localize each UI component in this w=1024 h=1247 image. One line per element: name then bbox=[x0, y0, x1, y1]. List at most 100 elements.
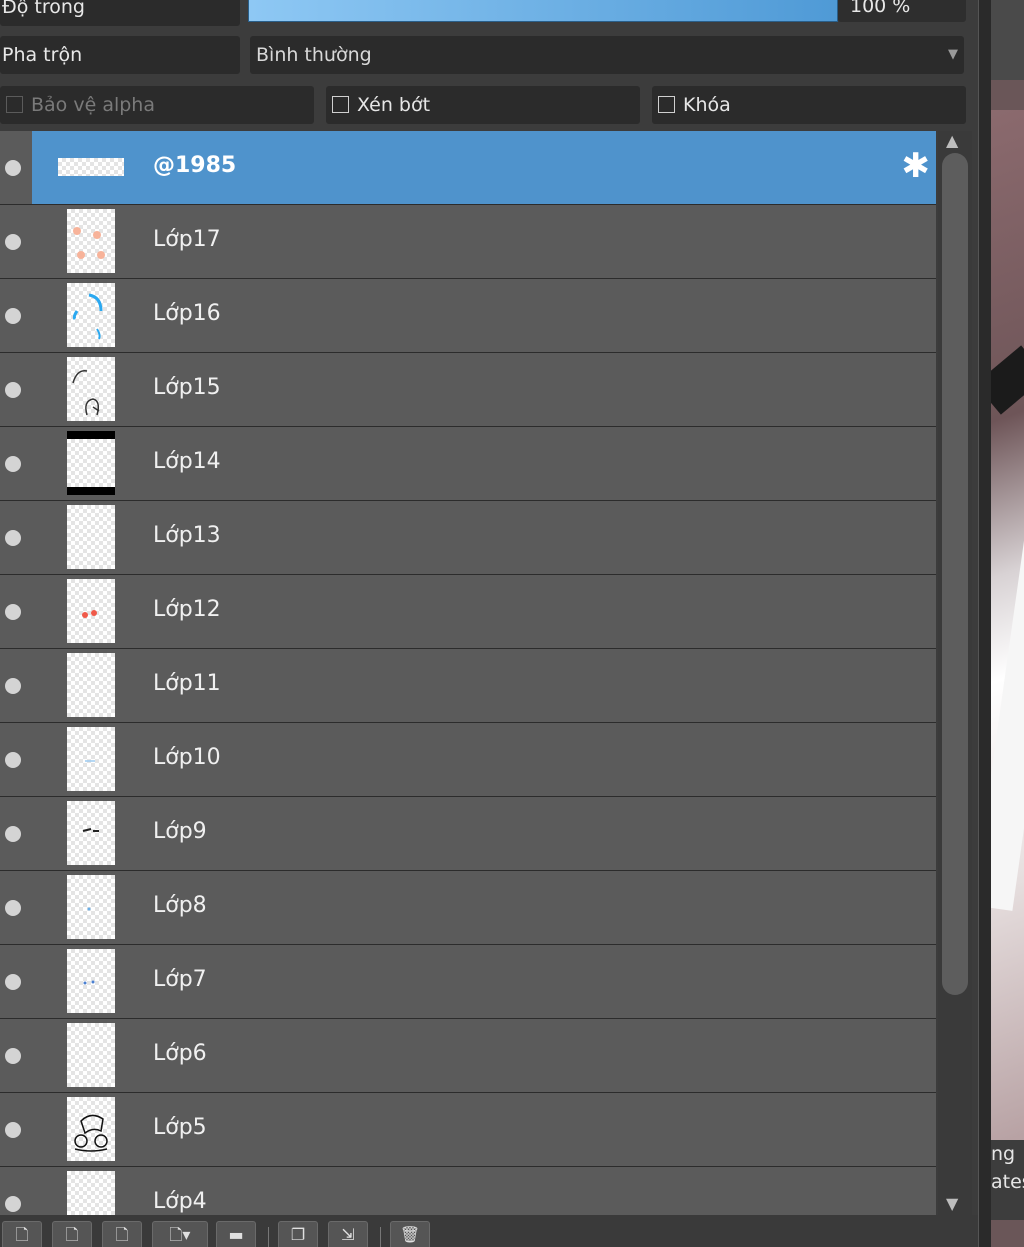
visibility-icon[interactable] bbox=[5, 678, 21, 694]
layer-thumbnail bbox=[67, 283, 115, 347]
layer-thumbnail bbox=[67, 727, 115, 791]
visibility-icon[interactable] bbox=[5, 456, 21, 472]
layer-toolbar: 🗋 🗋 🗋 🗋▾ ▬ ❐ ⇲ 🗑 bbox=[0, 1215, 978, 1247]
layer-row[interactable]: Lớp11 bbox=[0, 649, 936, 723]
layer-name: Lớp4 bbox=[153, 1189, 207, 1214]
lock-checkbox[interactable] bbox=[658, 95, 675, 113]
canvas-caption: ng ates bbox=[991, 1140, 1024, 1220]
visibility-icon[interactable] bbox=[5, 160, 21, 176]
layer-name: Lớp15 bbox=[153, 375, 221, 400]
layer-thumbnail bbox=[67, 579, 115, 643]
layer-row[interactable]: Lớp16 bbox=[0, 279, 936, 353]
visibility-icon[interactable] bbox=[5, 826, 21, 842]
layer-row[interactable]: Lớp17 bbox=[0, 205, 936, 279]
new-layer-icon: 🗋 bbox=[15, 1225, 29, 1244]
scrollbar-thumb[interactable] bbox=[942, 153, 968, 995]
visibility-icon[interactable] bbox=[5, 1196, 21, 1212]
layer-row[interactable]: Lớp6 bbox=[0, 1019, 936, 1093]
layer-thumbnail bbox=[67, 505, 115, 569]
layer-thumbnail bbox=[67, 801, 115, 865]
chevron-down-icon: ▼ bbox=[948, 47, 958, 62]
layer-name: Lớp16 bbox=[153, 301, 221, 326]
layer-name: Lớp17 bbox=[153, 227, 221, 252]
layer-row[interactable]: Lớp4 bbox=[0, 1167, 936, 1215]
canvas-area[interactable]: ng ates bbox=[991, 0, 1024, 1247]
layer-thumbnail bbox=[67, 431, 115, 495]
row-gutter bbox=[0, 131, 32, 204]
layer-row[interactable]: Lớp15 bbox=[0, 353, 936, 427]
layer-thumbnail bbox=[67, 653, 115, 717]
layer-thumbnail bbox=[67, 357, 115, 421]
new-layer-button[interactable]: 🗋 bbox=[2, 1221, 42, 1247]
panel-splitter[interactable] bbox=[978, 0, 992, 1247]
gear-icon[interactable]: ✱ bbox=[902, 149, 931, 183]
protect-alpha-checkbox[interactable] bbox=[6, 95, 23, 113]
layer-thumbnail bbox=[67, 1023, 115, 1087]
visibility-icon[interactable] bbox=[5, 604, 21, 620]
layer-name: Lớp9 bbox=[153, 819, 207, 844]
new-1bit-layer-button[interactable]: 🗋 bbox=[102, 1221, 142, 1247]
layer-row[interactable]: Lớp13 bbox=[0, 501, 936, 575]
protect-alpha-option[interactable]: Bảo vệ alpha bbox=[0, 86, 314, 124]
delete-layer-button[interactable]: 🗑 bbox=[390, 1221, 430, 1247]
layer-name: Lớp13 bbox=[153, 523, 221, 548]
merge-down-button[interactable]: ⇲ bbox=[328, 1221, 368, 1247]
layer-name: Lớp5 bbox=[153, 1115, 207, 1140]
copy-icon: ❐ bbox=[290, 1225, 306, 1244]
layer-panel: Độ trong 100 % Pha trộn Bình thường ▼ Bả… bbox=[0, 0, 978, 1247]
duplicate-layer-button[interactable]: ❐ bbox=[278, 1221, 318, 1247]
visibility-icon[interactable] bbox=[5, 234, 21, 250]
layer-name: Lớp6 bbox=[153, 1041, 207, 1066]
layer-row[interactable]: Lớp14 bbox=[0, 427, 936, 501]
layer-list-scrollbar[interactable]: ▲ ▼ bbox=[938, 131, 972, 1215]
visibility-icon[interactable] bbox=[5, 900, 21, 916]
layer-name: Lớp8 bbox=[153, 893, 207, 918]
scroll-down-icon[interactable]: ▼ bbox=[946, 1194, 958, 1213]
visibility-icon[interactable] bbox=[5, 1122, 21, 1138]
opacity-label: Độ trong bbox=[0, 0, 240, 26]
new-folder-button[interactable]: ▬ bbox=[216, 1221, 256, 1247]
layer-row[interactable]: Lớp12 bbox=[0, 575, 936, 649]
visibility-icon[interactable] bbox=[5, 752, 21, 768]
layer-name: @1985 bbox=[153, 153, 237, 178]
blend-mode-select[interactable]: Bình thường ▼ bbox=[250, 36, 964, 74]
new-8bit-layer-icon: 🗋 bbox=[65, 1225, 79, 1244]
visibility-icon[interactable] bbox=[5, 530, 21, 546]
layer-row[interactable]: Lớp8 bbox=[0, 871, 936, 945]
layer-row[interactable]: Lớp9 bbox=[0, 797, 936, 871]
blend-mode-value: Bình thường bbox=[256, 44, 372, 66]
toolbar-separator bbox=[268, 1227, 269, 1247]
layer-row[interactable]: Lớp5 bbox=[0, 1093, 936, 1167]
folder-icon: ▬ bbox=[228, 1225, 244, 1244]
visibility-icon[interactable] bbox=[5, 1048, 21, 1064]
layer-name: Lớp12 bbox=[153, 597, 221, 622]
add-layer-menu-button[interactable]: 🗋▾ bbox=[152, 1221, 208, 1247]
visibility-icon[interactable] bbox=[5, 308, 21, 324]
opacity-value: 100 % bbox=[850, 0, 911, 17]
layer-thumbnail bbox=[67, 1097, 115, 1161]
layer-thumbnail bbox=[67, 1171, 115, 1215]
new-8bit-layer-button[interactable]: 🗋 bbox=[52, 1221, 92, 1247]
layer-thumbnail bbox=[58, 158, 124, 176]
scroll-up-icon[interactable]: ▲ bbox=[946, 131, 958, 150]
new-1bit-layer-icon: 🗋 bbox=[115, 1225, 129, 1244]
layer-name: Lớp7 bbox=[153, 967, 207, 992]
clip-checkbox[interactable] bbox=[332, 95, 349, 113]
layer-row[interactable]: Lớp7 bbox=[0, 945, 936, 1019]
opacity-slider[interactable] bbox=[248, 0, 838, 22]
layer-row[interactable]: Lớp10 bbox=[0, 723, 936, 797]
layer-row[interactable]: @1985 ✱ bbox=[0, 131, 936, 205]
add-layer-dropdown-icon: 🗋▾ bbox=[169, 1225, 191, 1244]
clip-label: Xén bớt bbox=[357, 94, 431, 116]
canvas-caption-line: ng bbox=[991, 1143, 1016, 1165]
canvas-header bbox=[991, 0, 1024, 80]
layer-name: Lớp14 bbox=[153, 449, 221, 474]
blend-label: Pha trộn bbox=[0, 36, 240, 74]
lock-option[interactable]: Khóa bbox=[652, 86, 966, 124]
layer-thumbnail bbox=[67, 209, 115, 273]
visibility-icon[interactable] bbox=[5, 382, 21, 398]
canvas-artwork bbox=[991, 110, 1024, 1140]
clip-option[interactable]: Xén bớt bbox=[326, 86, 640, 124]
layer-name: Lớp11 bbox=[153, 671, 221, 696]
visibility-icon[interactable] bbox=[5, 974, 21, 990]
